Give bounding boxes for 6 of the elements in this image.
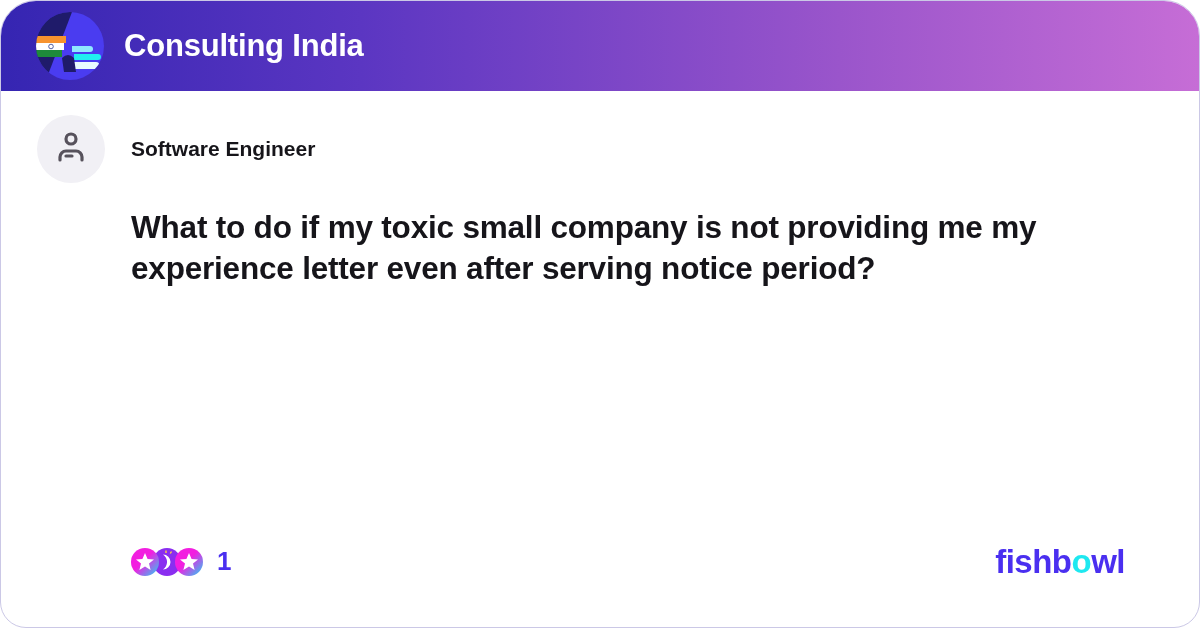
author-title: Software Engineer	[131, 136, 316, 163]
brand-logo: fishbowl	[995, 545, 1125, 578]
avatar-icon	[37, 115, 105, 183]
reaction-count: 1	[217, 545, 232, 578]
question-text: What to do if my toxic small company is not providing me my experience letter even after serving notice period?	[131, 208, 1038, 288]
community-name: Consulting India	[124, 27, 364, 65]
